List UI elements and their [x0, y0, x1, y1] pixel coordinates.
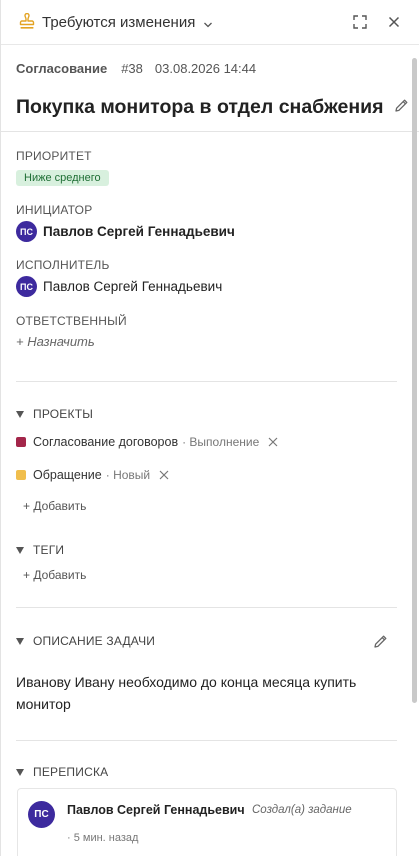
comment-time: · 5 мин. назад: [67, 832, 139, 844]
remove-icon[interactable]: [267, 436, 279, 448]
task-panel: Требуются изменения Согласование #38 03.…: [0, 0, 419, 856]
divider: [1, 131, 419, 132]
avatar: ПС: [16, 276, 37, 297]
scrollbar[interactable]: [412, 58, 417, 703]
title-row: Покупка монитора в отдел снабжения: [16, 96, 409, 119]
description-text: Иванову Ивану необходимо до конца месяца…: [16, 674, 357, 712]
collapse-triangle-icon: [16, 410, 24, 418]
projects-section-toggle[interactable]: ПРОЕКТЫ: [16, 407, 93, 421]
description-section-toggle[interactable]: ОПИСАНИЕ ЗАДАЧИ: [16, 634, 155, 648]
project-color-swatch: [16, 437, 26, 447]
avatar: ПС: [28, 801, 55, 828]
priority-badge[interactable]: Ниже среднего: [16, 170, 109, 186]
comment-author: Павлов Сергей Геннадьевич: [67, 803, 245, 817]
executor-label: ИСПОЛНИТЕЛЬ: [16, 258, 110, 272]
expand-icon[interactable]: [349, 11, 371, 33]
collapse-triangle-icon: [16, 768, 24, 776]
project-state: · Новый: [105, 468, 151, 482]
task-meta: Согласование #38 03.08.2026 14:44: [16, 61, 256, 76]
divider: [16, 607, 397, 608]
initiator[interactable]: ПС Павлов Сергей Геннадьевич: [16, 221, 235, 242]
avatar: ПС: [16, 221, 37, 242]
stamp-icon: [19, 12, 35, 31]
project-name: Обращение: [33, 468, 102, 482]
executor[interactable]: ПС Павлов Сергей Геннадьевич: [16, 276, 222, 297]
correspondence-heading: ПЕРЕПИСКА: [33, 765, 109, 779]
page-title: Покупка монитора в отдел снабжения: [16, 96, 384, 118]
project-state: · Выполнение: [182, 435, 260, 449]
responsible-label: ОТВЕТСТВЕННЫЙ: [16, 314, 127, 328]
executor-name: Павлов Сергей Геннадьевич: [43, 279, 223, 294]
projects-heading: ПРОЕКТЫ: [33, 407, 94, 421]
status-label: Требуются изменения: [42, 13, 196, 31]
task-type: Согласование: [16, 61, 108, 76]
close-icon[interactable]: [383, 11, 405, 33]
project-item[interactable]: Обращение · Новый: [16, 468, 170, 482]
correspondence-section-toggle[interactable]: ПЕРЕПИСКА: [16, 765, 108, 779]
chevron-down-icon: [203, 17, 213, 28]
tags-heading: ТЕГИ: [33, 543, 65, 557]
project-item[interactable]: Согласование договоров · Выполнение: [16, 435, 279, 449]
add-tag-button[interactable]: + Добавить: [23, 568, 86, 582]
collapse-triangle-icon: [16, 546, 24, 554]
comment-action: Создал(а) задание: [252, 804, 352, 816]
collapse-triangle-icon: [16, 637, 24, 645]
assign-link[interactable]: + Назначить: [16, 334, 95, 349]
tags-section-toggle[interactable]: ТЕГИ: [16, 543, 64, 557]
remove-icon[interactable]: [158, 469, 170, 481]
initiator-label: ИНИЦИАТОР: [16, 203, 93, 217]
divider: [16, 381, 397, 382]
task-number: #38: [121, 61, 143, 76]
initiator-name: Павлов Сергей Геннадьевич: [43, 224, 235, 239]
comment-card: ПС Павлов Сергей Геннадьевич Создал(а) з…: [17, 788, 397, 856]
pencil-icon[interactable]: [373, 634, 388, 654]
status-dropdown[interactable]: Требуются изменения: [19, 12, 213, 31]
task-datetime: 03.08.2026 14:44: [154, 61, 257, 76]
priority-label: ПРИОРИТЕТ: [16, 149, 92, 163]
project-color-swatch: [16, 470, 26, 480]
description-heading: ОПИСАНИЕ ЗАДАЧИ: [33, 634, 156, 648]
project-name: Согласование договоров: [33, 435, 179, 449]
panel-header: Требуются изменения: [1, 0, 419, 45]
divider: [16, 740, 397, 741]
pencil-icon[interactable]: [394, 98, 409, 118]
add-project-button[interactable]: + Добавить: [23, 499, 86, 513]
